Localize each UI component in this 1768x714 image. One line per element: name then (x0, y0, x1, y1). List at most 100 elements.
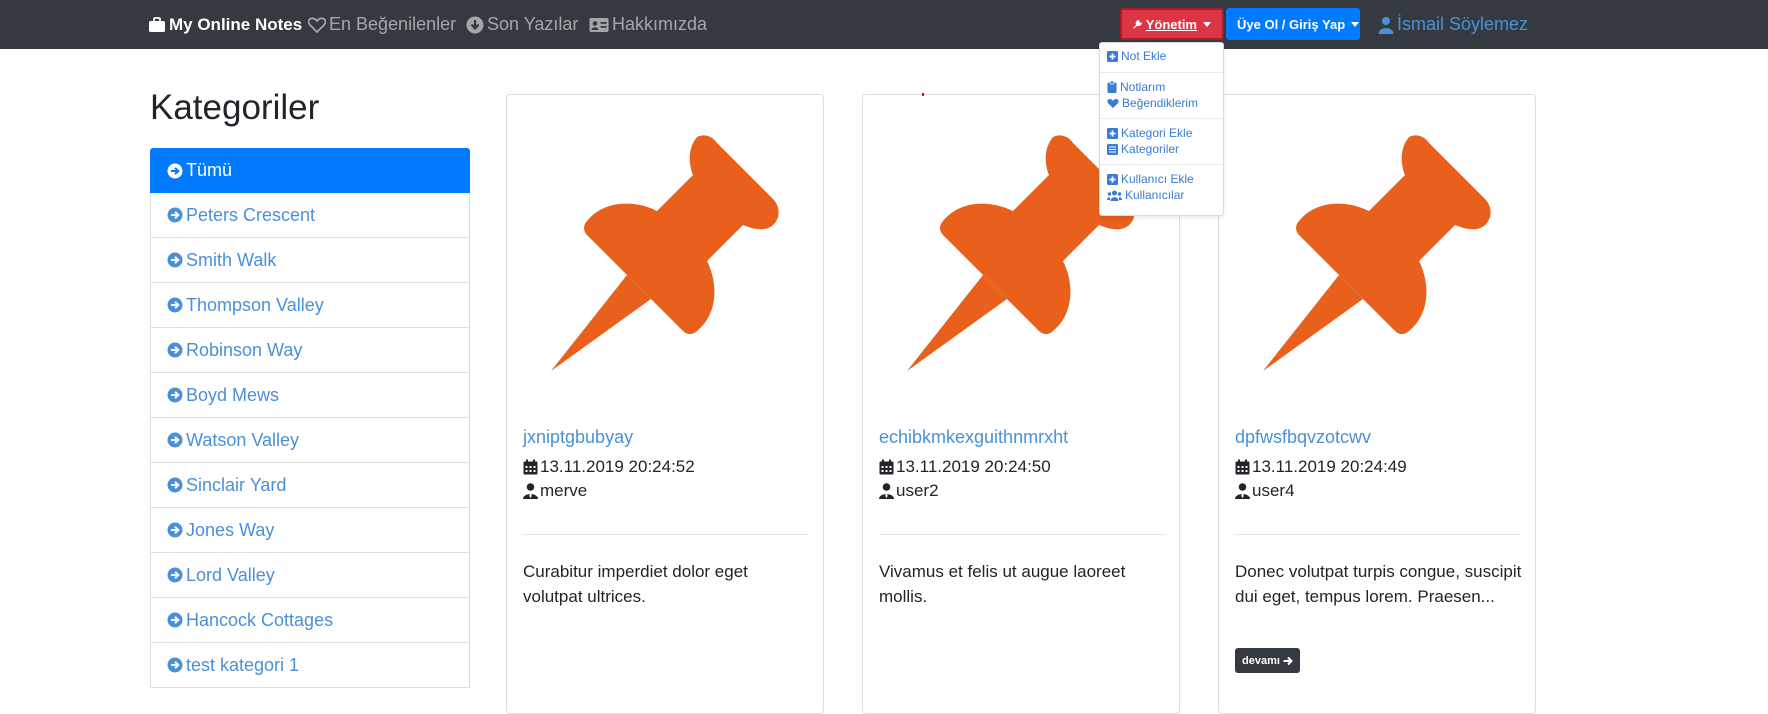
category-item[interactable]: Jones Way (150, 508, 470, 553)
category-item[interactable]: Robinson Way (150, 328, 470, 373)
category-item[interactable]: Peters Crescent (150, 193, 470, 238)
brand-link[interactable]: My Online Notes (148, 0, 302, 49)
note-title-link[interactable]: echibkmkexguithnmrxht (879, 427, 1068, 448)
category-label: Thompson Valley (186, 294, 324, 315)
category-label: Watson Valley (186, 429, 300, 450)
arrow-circle-right-icon (167, 387, 183, 403)
heart-icon (1107, 98, 1119, 108)
admin-dropdown-button[interactable]: Yönetim (1120, 8, 1224, 40)
stray-red-mark (922, 93, 924, 96)
user-icon (1378, 16, 1394, 34)
read-more-label: devamı (1242, 654, 1280, 667)
note-date: 13.11.2019 20:24:50 (879, 457, 1051, 477)
menu-divider (1100, 118, 1223, 119)
calendar-icon (879, 459, 894, 475)
category-item[interactable]: Boyd Mews (150, 373, 470, 418)
note-summary: Curabitur imperdiet dolor eget volutpat … (523, 562, 748, 606)
category-label: Lord Valley (186, 564, 275, 585)
note-author-text: user4 (1252, 481, 1295, 500)
nav-link-label: En Beğenilenler (329, 14, 457, 34)
read-more-button[interactable]: devamı (1235, 648, 1300, 673)
admin-dropdown-menu: Not Ekle Notlarım Beğendiklerim Kategori… (1099, 42, 1224, 216)
menu-item-my-likes[interactable]: Beğendiklerim (1107, 95, 1198, 111)
note-date: 13.11.2019 20:24:52 (523, 457, 695, 477)
arrow-circle-right-icon (167, 207, 183, 223)
arrow-circle-right-icon (167, 342, 183, 358)
note-title-link[interactable]: dpfwsfbqvzotcwv (1235, 427, 1371, 448)
nav-link-latest[interactable]: Son Yazılar (466, 0, 578, 49)
category-label: Jones Way (186, 519, 275, 540)
note-image[interactable] (547, 135, 783, 371)
caret-down-icon (1203, 21, 1211, 27)
calendar-icon (1235, 459, 1250, 475)
arrow-circle-right-icon (167, 477, 183, 493)
category-item[interactable]: Lord Valley (150, 553, 470, 598)
arrow-circle-right-icon (167, 432, 183, 448)
menu-item-add-user[interactable]: Kullanıcı Ekle (1107, 171, 1194, 187)
arrow-circle-right-icon (167, 522, 183, 538)
category-label: test kategori 1 (186, 654, 300, 675)
note-summary: Vivamus et felis ut augue laoreet mollis… (879, 562, 1126, 606)
nav-link-about[interactable]: Hakkımızda (589, 0, 707, 49)
category-label: Hancock Cottages (186, 609, 334, 630)
pushpin-icon (551, 135, 779, 371)
user-tie-icon (523, 483, 538, 499)
login-register-label: Üye Ol / Giriş Yap (1237, 16, 1346, 32)
user-tie-icon (1235, 483, 1250, 499)
category-item[interactable]: Thompson Valley (150, 283, 470, 328)
menu-item-label: Kategori Ekle (1121, 126, 1193, 140)
menu-item-categories[interactable]: Kategoriler (1107, 141, 1179, 157)
category-item-all[interactable]: Tümü (150, 148, 470, 193)
menu-divider (1100, 164, 1223, 165)
category-item[interactable]: Sinclair Yard (150, 463, 470, 508)
plus-square-icon (1107, 50, 1118, 62)
caret-down-icon (1351, 21, 1360, 27)
menu-item-add-note[interactable]: Not Ekle (1107, 48, 1166, 64)
menu-item-users[interactable]: Kullanıcılar (1107, 187, 1184, 203)
note-date-text: 13.11.2019 20:24:49 (1252, 457, 1407, 476)
category-label: Peters Crescent (186, 204, 316, 225)
category-label: Sinclair Yard (186, 474, 287, 495)
arrow-circle-right-icon (167, 297, 183, 313)
category-label: Boyd Mews (186, 384, 280, 405)
menu-item-label: Notlarım (1120, 80, 1166, 94)
menu-item-label: Kullanıcılar (1125, 188, 1185, 202)
user-profile-link[interactable]: İsmail Söylemez (1378, 0, 1528, 49)
note-date-text: 13.11.2019 20:24:50 (896, 457, 1051, 476)
category-item[interactable]: Watson Valley (150, 418, 470, 463)
wrench-icon (1133, 19, 1142, 29)
nav-link-favorites[interactable]: En Beğenilenler (308, 0, 456, 49)
note-card: jxniptgbubyay 13.11.2019 20:24:52 merve Cur… (506, 94, 824, 714)
menu-item-add-category[interactable]: Kategori Ekle (1107, 125, 1192, 141)
category-item[interactable]: Hancock Cottages (150, 598, 470, 643)
arrow-circle-down-icon (466, 16, 484, 33)
plus-square-icon (1107, 127, 1118, 139)
card-divider (879, 534, 1165, 535)
arrow-circle-right-icon (167, 163, 183, 178)
menu-item-label: Not Ekle (1121, 49, 1167, 63)
arrow-circle-right-icon (167, 612, 183, 628)
note-author-text: merve (540, 481, 588, 500)
category-item[interactable]: test kategori 1 (150, 643, 470, 688)
calendar-icon (523, 459, 538, 475)
menu-divider (1100, 72, 1223, 73)
note-title-link[interactable]: jxniptgbubyay (523, 427, 633, 448)
briefcase-icon (149, 16, 165, 32)
login-register-button[interactable]: Üye Ol / Giriş Yap (1226, 8, 1360, 40)
pushpin-icon (1263, 135, 1491, 371)
menu-item-my-notes[interactable]: Notlarım (1107, 79, 1165, 95)
note-card: dpfwsfbqvzotcwv 13.11.2019 20:24:49 user4 D… (1218, 94, 1536, 714)
category-item[interactable]: Smith Walk (150, 238, 470, 283)
arrow-right-icon (1283, 656, 1293, 665)
note-image[interactable] (1259, 135, 1495, 371)
arrow-circle-right-icon (167, 252, 183, 268)
admin-dropdown-label: Yönetim (1145, 16, 1197, 32)
note-author: user2 (879, 481, 939, 501)
category-list: Tümü Peters Crescent Smith Walk Thompson Va… (150, 148, 470, 688)
users-icon (1107, 190, 1122, 201)
note-author: merve (523, 481, 587, 501)
note-date: 13.11.2019 20:24:49 (1235, 457, 1407, 477)
note-date-text: 13.11.2019 20:24:52 (540, 457, 695, 476)
category-label: Robinson Way (186, 339, 303, 360)
brand-label: My Online Notes (169, 14, 303, 34)
